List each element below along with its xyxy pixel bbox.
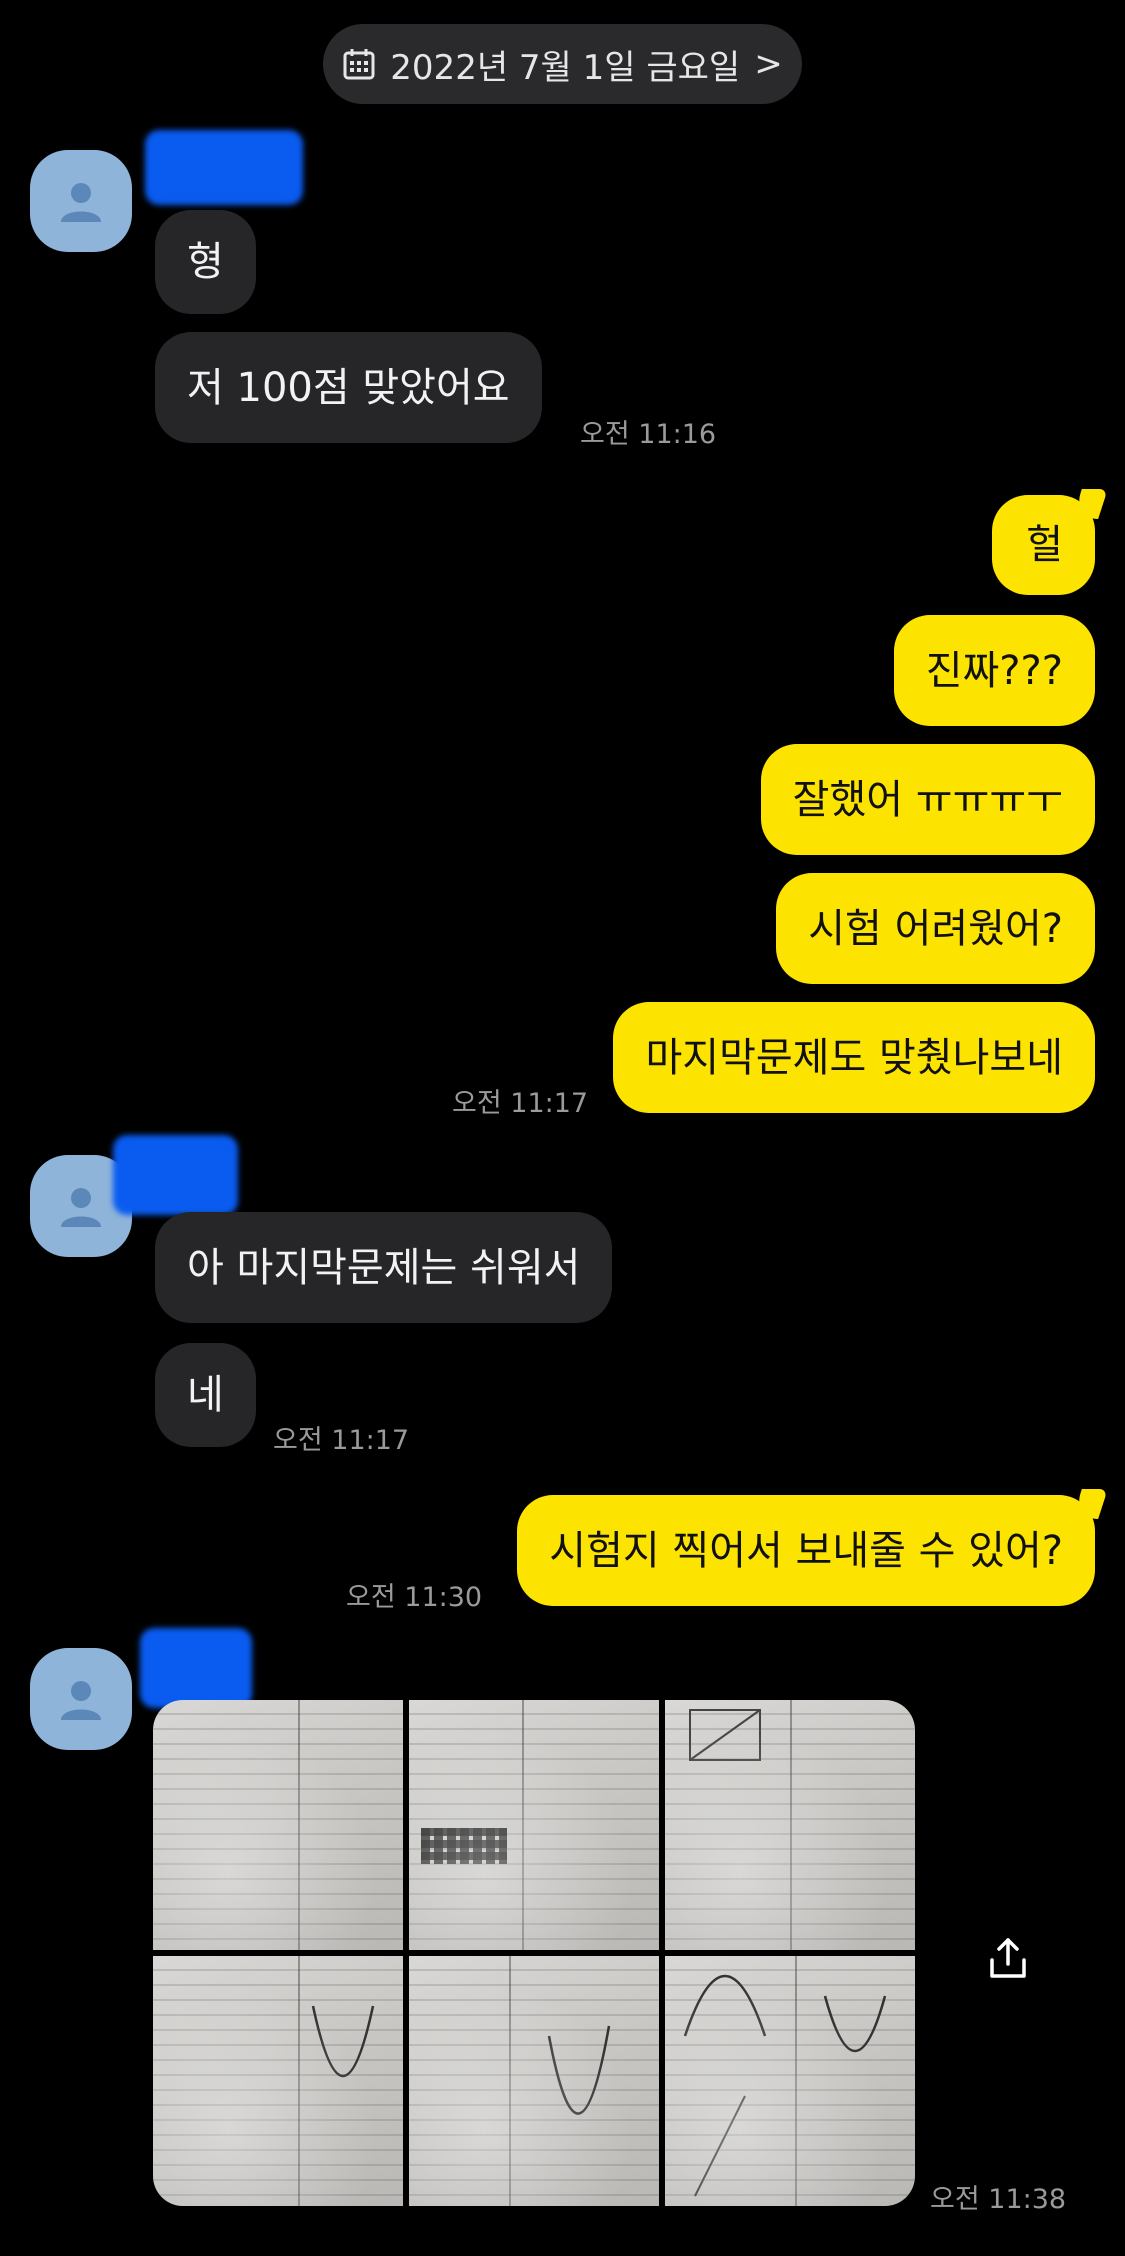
- avatar[interactable]: [30, 150, 132, 252]
- exam-photo[interactable]: [665, 1956, 915, 2206]
- sender-name-redacted: [140, 1628, 252, 1708]
- outgoing-message[interactable]: 헐: [992, 489, 1108, 595]
- bubble-tail: [1072, 1489, 1108, 1519]
- outgoing-message[interactable]: 시험지 찍어서 보내줄 수 있어?: [517, 1489, 1108, 1606]
- message-time: 오전 11:38: [930, 2184, 1067, 2215]
- photo-grid[interactable]: [153, 1700, 915, 2206]
- outgoing-message[interactable]: 잘했어 ㅠㅠㅠㅜ: [760, 744, 1095, 855]
- exam-photo[interactable]: [153, 1956, 403, 2206]
- message-text: 저 100점 맞았어요: [187, 364, 510, 411]
- date-label: 2022년 7월 1일 금요일: [390, 47, 741, 88]
- incoming-message[interactable]: 아 마지막문제는 쉬워서: [155, 1212, 613, 1323]
- message-text: 시험지 찍어서 보내줄 수 있어?: [549, 1527, 1063, 1574]
- message-text: 잘했어 ㅠㅠㅠㅜ: [792, 776, 1063, 823]
- incoming-message[interactable]: 저 100점 맞았어요: [155, 332, 542, 443]
- message-text: 진짜???: [925, 647, 1063, 694]
- incoming-message[interactable]: 형: [155, 210, 256, 314]
- chat-screen: 2022년 7월 1일 금요일 > 형 저 100점 맞았어요 오전 11:16…: [0, 0, 1125, 2256]
- outgoing-message[interactable]: 진짜???: [893, 615, 1095, 726]
- date-header[interactable]: 2022년 7월 1일 금요일 >: [323, 24, 802, 104]
- bubble-tail: [1072, 489, 1108, 519]
- sender-name-redacted: [113, 1135, 238, 1215]
- message-text: 네: [187, 1372, 224, 1418]
- message-text: 시험 어려웠어?: [808, 905, 1063, 952]
- person-icon: [61, 183, 101, 222]
- share-button[interactable]: [978, 1928, 1038, 1988]
- incoming-message[interactable]: 네: [155, 1343, 256, 1447]
- message-time: 오전 11:17: [273, 1425, 410, 1456]
- exam-photo[interactable]: [409, 1956, 659, 2206]
- message-text: 형: [187, 239, 224, 285]
- message-time: 오전 11:17: [452, 1088, 589, 1119]
- message-time: 오전 11:30: [346, 1582, 483, 1613]
- message-time: 오전 11:16: [580, 419, 717, 450]
- person-icon: [61, 1188, 101, 1227]
- message-text: 아 마지막문제는 쉬워서: [187, 1244, 581, 1291]
- chevron-right-icon: >: [754, 44, 783, 84]
- message-text: 마지막문제도 맞췄나보네: [645, 1034, 1063, 1081]
- exam-photo[interactable]: [409, 1700, 659, 1950]
- share-icon: [990, 1938, 1026, 1978]
- outgoing-message[interactable]: 시험 어려웠어?: [776, 873, 1095, 984]
- calendar-icon: [342, 47, 376, 81]
- person-icon: [61, 1681, 101, 1720]
- avatar[interactable]: [30, 1648, 132, 1750]
- sender-name-redacted: [145, 130, 303, 205]
- message-text: 헐: [1026, 522, 1063, 568]
- exam-photo[interactable]: [153, 1700, 403, 1950]
- exam-photo[interactable]: [665, 1700, 915, 1950]
- outgoing-message[interactable]: 마지막문제도 맞췄나보네: [613, 1002, 1095, 1113]
